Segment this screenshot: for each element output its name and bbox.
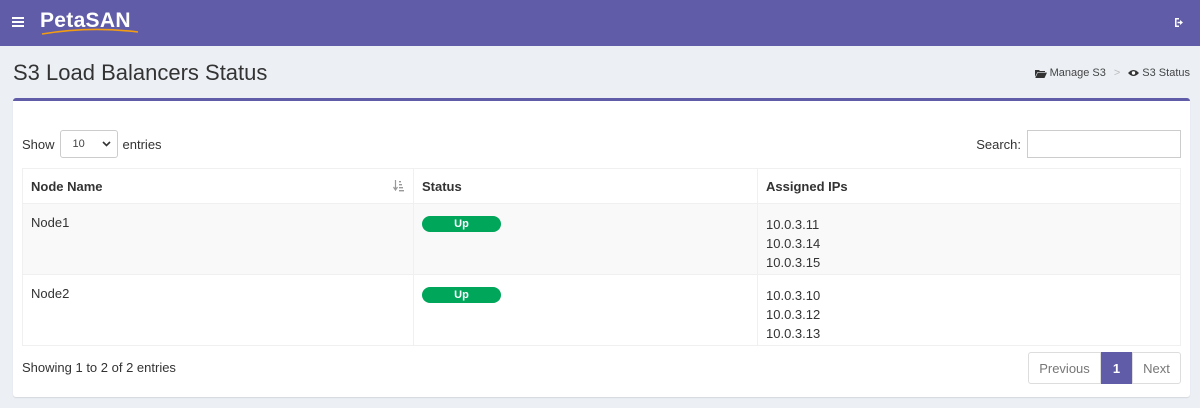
breadcrumb-separator: >: [1113, 67, 1121, 79]
logo-swoosh-icon: [41, 28, 139, 35]
page-1-button[interactable]: 1: [1101, 352, 1132, 384]
breadcrumb-label: Manage S3: [1049, 67, 1106, 79]
breadcrumb-label: S3 Status: [1142, 67, 1190, 79]
assigned-ips-cell: 10.0.3.10 10.0.3.12 10.0.3.13: [757, 274, 1181, 346]
assigned-ips-cell: 10.0.3.11 10.0.3.14 10.0.3.15: [757, 203, 1181, 275]
status-badge: Up: [422, 287, 501, 303]
breadcrumb-s3-status: S3 Status: [1128, 67, 1190, 79]
ip-address: 10.0.3.14: [766, 236, 821, 251]
page-title: S3 Load Balancers Status: [13, 60, 268, 85]
search-input[interactable]: [1027, 130, 1181, 158]
next-page-button[interactable]: Next: [1132, 352, 1181, 384]
status-badge: Up: [422, 216, 501, 232]
status-cell: Up: [413, 203, 758, 275]
search-label: Search:: [976, 136, 1021, 152]
column-header-node-name[interactable]: Node Name: [22, 168, 414, 204]
sort-ascending-icon: [393, 180, 404, 192]
folder-open-icon: [1034, 69, 1047, 78]
node-name-cell: Node1: [22, 203, 414, 275]
table-row: Node1 Up 10.0.3.11 10.0.3.14 10.0.3.15: [22, 203, 1181, 275]
status-panel: Show 10 entries Search: Node Name Status…: [13, 98, 1190, 397]
sign-out-icon[interactable]: [1174, 17, 1186, 28]
chevron-down-icon: [101, 141, 111, 147]
petasan-logo[interactable]: PetaSAN: [40, 8, 139, 35]
entries-label: entries: [122, 136, 162, 152]
search-control: Search:: [976, 130, 1181, 158]
status-cell: Up: [413, 274, 758, 346]
page-length-control: Show 10 entries: [22, 130, 162, 158]
page-size-select[interactable]: 10: [59, 130, 118, 158]
ip-address: 10.0.3.11: [766, 217, 820, 232]
ip-address: 10.0.3.10: [766, 288, 821, 303]
breadcrumb-manage-s3[interactable]: Manage S3: [1034, 67, 1106, 79]
load-balancers-table: Node Name Status Assigned IPs Node1 Up 1…: [22, 168, 1181, 346]
column-header-assigned-ips[interactable]: Assigned IPs: [757, 168, 1181, 204]
ip-address: 10.0.3.12: [766, 307, 821, 322]
table-header-row: Node Name Status Assigned IPs: [22, 168, 1181, 204]
breadcrumb: Manage S3 > S3 Status: [1034, 67, 1190, 79]
ip-address: 10.0.3.15: [766, 255, 821, 270]
table-info: Showing 1 to 2 of 2 entries: [22, 360, 176, 375]
table-row: Node2 Up 10.0.3.10 10.0.3.12 10.0.3.13: [22, 274, 1181, 346]
ip-address: 10.0.3.13: [766, 326, 821, 341]
column-header-status[interactable]: Status: [413, 168, 758, 204]
node-name-cell: Node2: [22, 274, 414, 346]
pagination: Previous 1 Next: [1028, 352, 1181, 384]
top-navbar: PetaSAN: [0, 0, 1200, 46]
page-size-value: 10: [72, 138, 85, 150]
previous-page-button[interactable]: Previous: [1028, 352, 1101, 384]
show-label: Show: [22, 136, 55, 152]
eye-icon: [1128, 70, 1140, 76]
hamburger-icon[interactable]: [12, 17, 24, 27]
